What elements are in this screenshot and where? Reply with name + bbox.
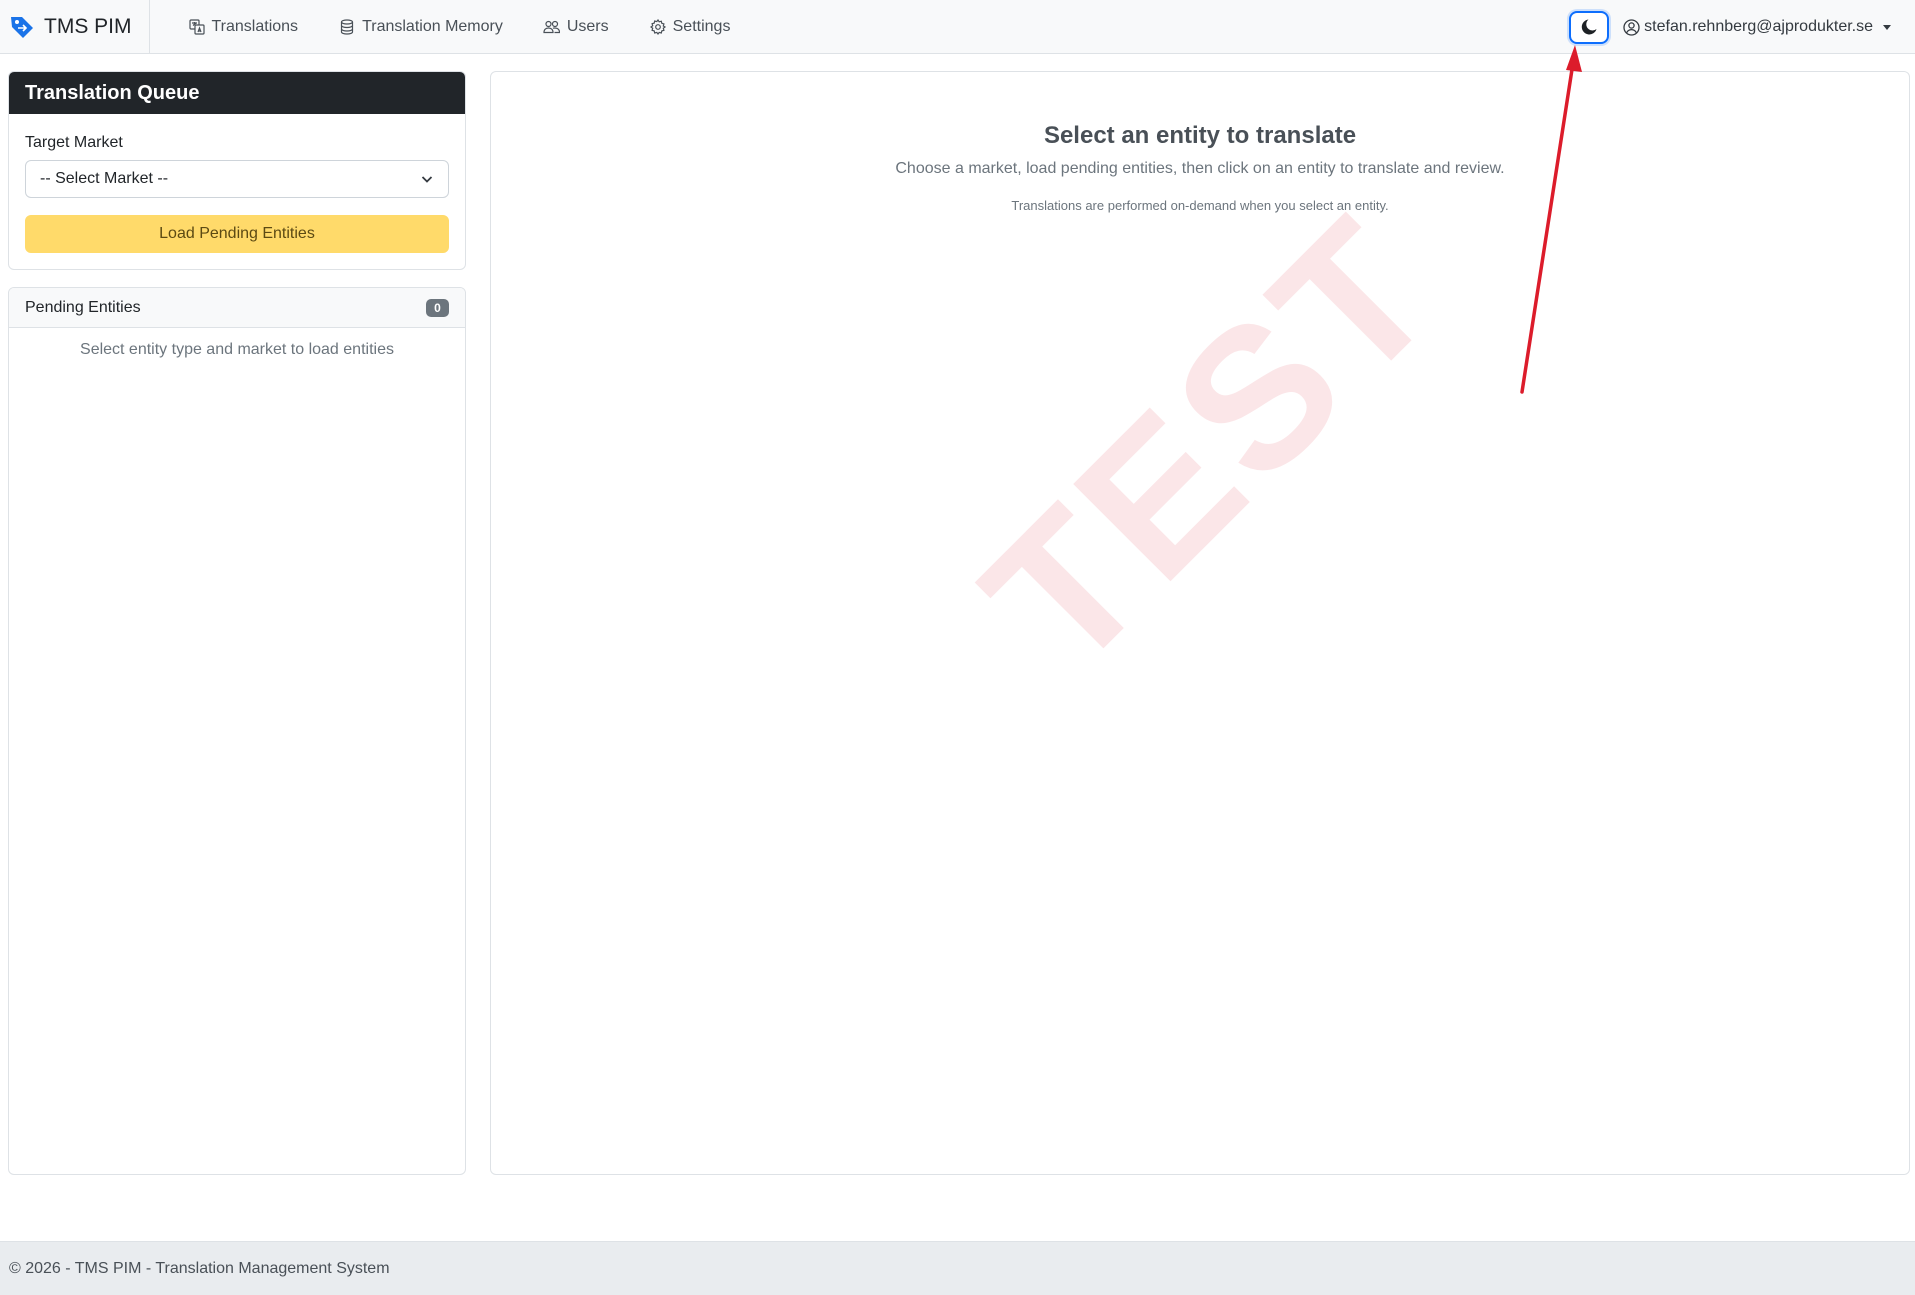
database-icon bbox=[338, 18, 356, 36]
target-market-label: Target Market bbox=[25, 134, 123, 151]
empty-state: Select an entity to translate Choose a m… bbox=[491, 72, 1909, 213]
market-select[interactable]: -- Select Market -- bbox=[25, 160, 449, 198]
nav-link-users[interactable]: Users bbox=[523, 0, 629, 54]
theme-toggle-button[interactable] bbox=[1569, 10, 1610, 44]
translation-main-panel: Select an entity to translate Choose a m… bbox=[490, 71, 1910, 1175]
nav-link-settings[interactable]: Settings bbox=[629, 0, 751, 54]
brand[interactable]: TMS PIM bbox=[0, 0, 150, 54]
empty-state-description: Choose a market, load pending entities, … bbox=[895, 160, 1505, 177]
chevron-down-icon bbox=[420, 172, 434, 186]
top-navbar: TMS PIM Translations Translation Memory bbox=[0, 0, 1915, 54]
user-email: stefan.rehnberg@ajprodukter.se bbox=[1644, 18, 1873, 35]
queue-title: Translation Queue bbox=[9, 72, 465, 114]
test-watermark: TEST bbox=[943, 175, 1480, 712]
navbar-right: stefan.rehnberg@ajprodukter.se bbox=[1569, 0, 1915, 54]
nav-link-label: Settings bbox=[672, 17, 731, 35]
moon-icon bbox=[1580, 18, 1598, 36]
nav-link-translation-memory[interactable]: Translation Memory bbox=[318, 0, 523, 54]
empty-state-title: Select an entity to translate bbox=[1043, 122, 1357, 149]
pending-entities-header: Pending Entities 0 bbox=[9, 288, 465, 328]
nav-link-translations[interactable]: Translations bbox=[168, 0, 319, 54]
brand-name: TMS PIM bbox=[44, 14, 132, 38]
gear-icon bbox=[649, 18, 667, 36]
nav-link-label: Translation Memory bbox=[362, 17, 503, 35]
pending-empty-message: Select entity type and market to load en… bbox=[80, 341, 394, 358]
person-circle-icon bbox=[1623, 18, 1640, 36]
chevron-down-icon bbox=[1883, 24, 1891, 30]
pending-count-badge: 0 bbox=[426, 298, 449, 317]
pending-entities-card: Pending Entities 0 Select entity type an… bbox=[8, 287, 466, 1175]
load-pending-entities-button[interactable]: Load Pending Entities bbox=[25, 215, 449, 253]
market-select-value: -- Select Market -- bbox=[40, 170, 169, 187]
tag-icon bbox=[9, 14, 35, 40]
nav-link-label: Users bbox=[566, 17, 609, 35]
nav-link-label: Translations bbox=[211, 17, 299, 35]
empty-state-note: Translations are performed on-demand whe… bbox=[1011, 198, 1389, 213]
translate-icon bbox=[188, 18, 206, 36]
user-menu-dropdown[interactable]: stefan.rehnberg@ajprodukter.se bbox=[1623, 18, 1915, 36]
pending-entities-title: Pending Entities bbox=[25, 298, 141, 316]
translation-queue-card: Translation Queue Target Market -- Selec… bbox=[8, 71, 466, 270]
footer: © 2026 - TMS PIM - Translation Managemen… bbox=[0, 1241, 1915, 1295]
people-icon bbox=[543, 18, 561, 36]
footer-text: © 2026 - TMS PIM - Translation Managemen… bbox=[9, 1259, 390, 1277]
